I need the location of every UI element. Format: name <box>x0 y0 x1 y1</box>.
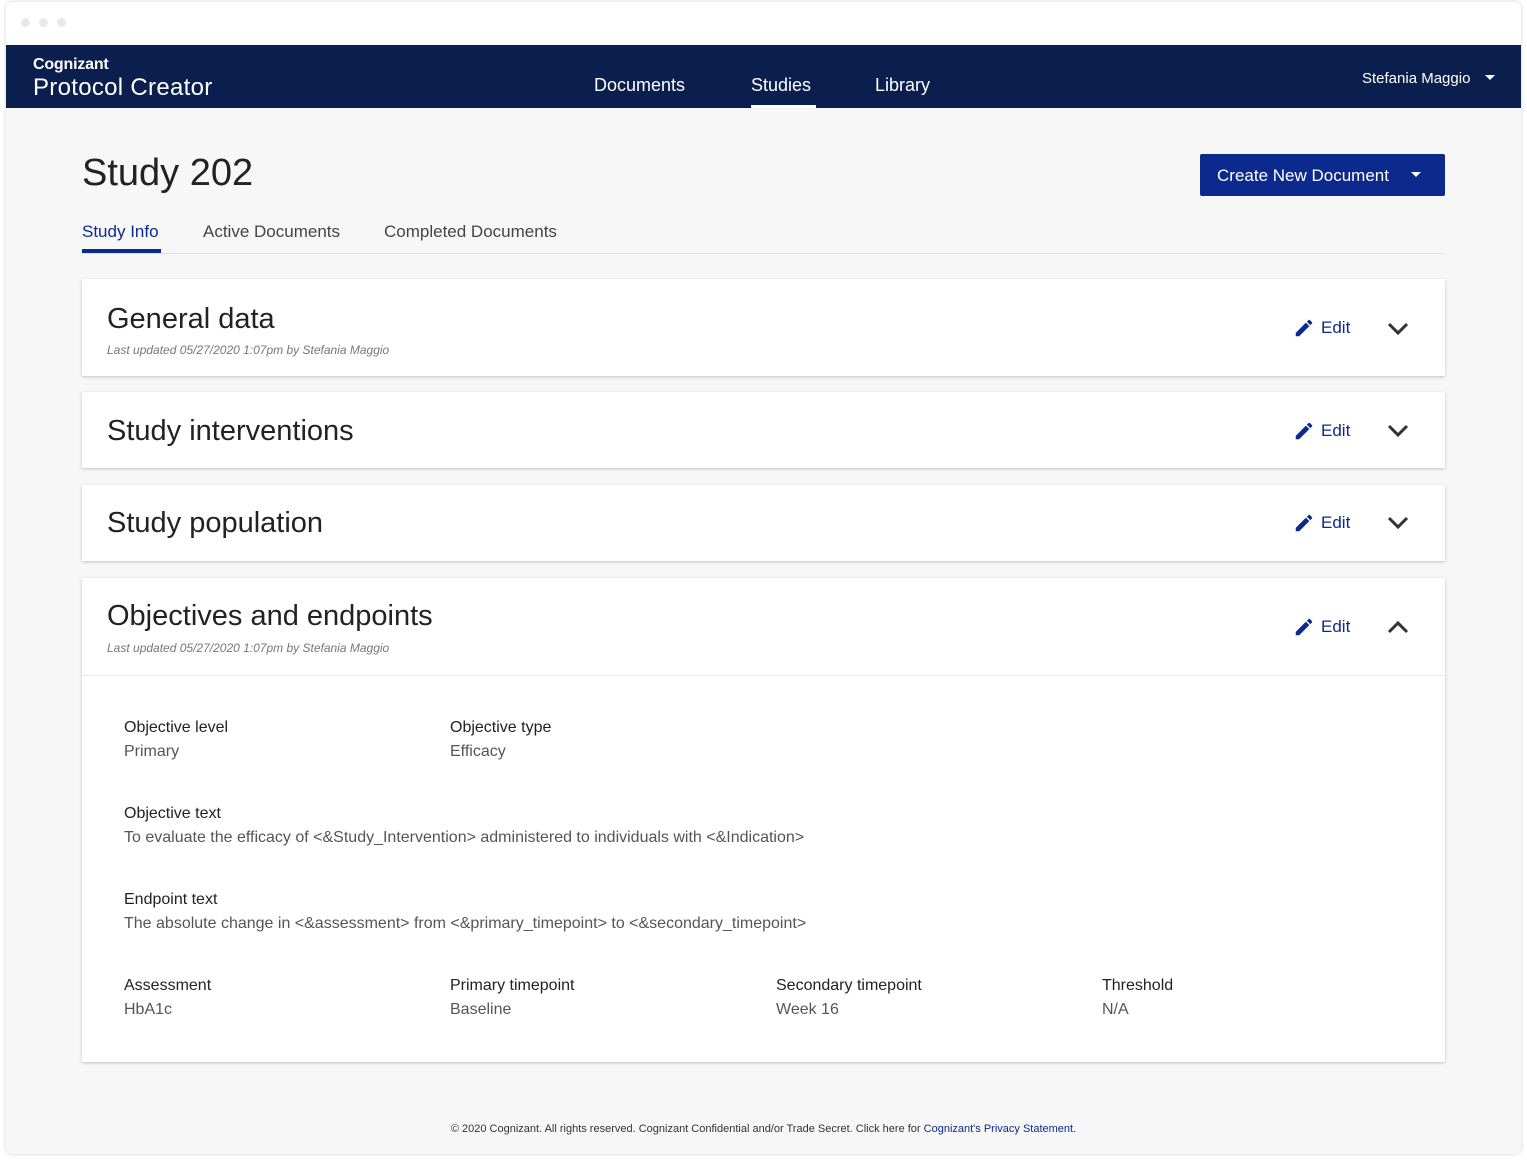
section-title: General data <box>107 303 275 335</box>
section-title: Objectives and endpoints <box>107 600 433 632</box>
nav-documents[interactable]: Documents <box>594 75 685 96</box>
tab-completed-documents[interactable]: Completed Documents <box>384 222 557 242</box>
objective-type-value: Efficacy <box>450 743 506 760</box>
brand-company: Cognizant <box>33 56 109 73</box>
objective-text-label: Objective text <box>124 805 221 822</box>
chevron-down-icon <box>1387 516 1409 530</box>
section-title: Study interventions <box>107 415 354 447</box>
section-objectives-endpoints: Objectives and endpoints Last updated 05… <box>82 578 1445 1062</box>
window-maximize-dot[interactable] <box>57 18 66 27</box>
window-minimize-dot[interactable] <box>39 18 48 27</box>
section-general-data: General data Last updated 05/27/2020 1:0… <box>82 279 1445 376</box>
pencil-icon <box>1295 422 1313 440</box>
endpoint-text-label: Endpoint text <box>124 891 218 908</box>
primary-timepoint-label: Primary timepoint <box>450 977 575 994</box>
threshold-label: Threshold <box>1102 977 1174 994</box>
nav-studies[interactable]: Studies <box>751 75 811 96</box>
threshold-value: N/A <box>1102 1001 1129 1018</box>
create-new-document-button[interactable]: Create New Document <box>1200 154 1445 196</box>
chevron-down-icon <box>1387 424 1409 438</box>
brand-product[interactable]: Protocol Creator <box>33 74 213 102</box>
user-menu[interactable]: Stefania Maggio <box>1362 70 1470 87</box>
assessment-label: Assessment <box>124 977 212 994</box>
chevron-up-icon <box>1387 620 1409 634</box>
tab-active-documents[interactable]: Active Documents <box>203 222 340 242</box>
edit-label: Edit <box>1321 318 1351 337</box>
objective-type-label: Objective type <box>450 719 552 736</box>
secondary-timepoint-label: Secondary timepoint <box>776 977 922 994</box>
window-close-dot[interactable] <box>21 18 30 27</box>
section-title: Study population <box>107 507 324 539</box>
footer-end: . <box>1073 1123 1077 1135</box>
pencil-icon <box>1295 514 1313 532</box>
collapse-objectives-button[interactable] <box>1385 614 1411 640</box>
edit-objectives-button[interactable]: Edit <box>1293 614 1363 640</box>
edit-general-data-button[interactable]: Edit <box>1293 315 1363 341</box>
window-titlebar <box>6 2 1521 45</box>
top-navbar: Cognizant Protocol Creator Documents Stu… <box>6 45 1521 108</box>
chevron-down-icon <box>1387 322 1409 336</box>
edit-label: Edit <box>1321 513 1351 532</box>
tab-active-indicator <box>82 249 161 253</box>
footer-text: © 2020 Cognizant. All rights reserved. C… <box>450 1123 924 1135</box>
edit-label: Edit <box>1321 421 1351 440</box>
objective-text-value: To evaluate the efficacy of <&Study_Inte… <box>124 829 805 846</box>
section-last-updated: Last updated 05/27/2020 1:07pm by Stefan… <box>107 641 390 655</box>
nav-library[interactable]: Library <box>875 75 930 96</box>
expand-study-population-button[interactable] <box>1385 510 1411 536</box>
objective-level-value: Primary <box>124 743 180 760</box>
section-study-population: Study population Edit <box>82 485 1445 561</box>
secondary-timepoint-value: Week 16 <box>776 1001 839 1018</box>
caret-down-icon[interactable] <box>1411 172 1421 177</box>
section-study-interventions: Study interventions Edit <box>82 392 1445 468</box>
page-title: Study 202 <box>82 152 254 194</box>
nav-active-indicator <box>751 105 816 108</box>
section-last-updated: Last updated 05/27/2020 1:07pm by Stefan… <box>107 343 390 357</box>
objective-level-label: Objective level <box>124 719 229 736</box>
section-divider <box>82 675 1445 676</box>
app-window: Cognizant Protocol Creator Documents Stu… <box>6 2 1521 1154</box>
pencil-icon <box>1295 618 1313 636</box>
page-footer: © 2020 Cognizant. All rights reserved. C… <box>6 1123 1521 1135</box>
expand-general-data-button[interactable] <box>1385 316 1411 342</box>
study-tabs: Study Info Active Documents Completed Do… <box>82 220 1445 254</box>
endpoint-text-value: The absolute change in <&assessment> fro… <box>124 915 807 932</box>
edit-label: Edit <box>1321 617 1351 636</box>
create-new-document-label: Create New Document <box>1217 166 1389 185</box>
edit-study-interventions-button[interactable]: Edit <box>1293 418 1363 444</box>
expand-study-interventions-button[interactable] <box>1385 418 1411 444</box>
caret-down-icon[interactable] <box>1485 75 1495 80</box>
primary-timepoint-value: Baseline <box>450 1001 512 1018</box>
assessment-value: HbA1c <box>124 1001 173 1018</box>
privacy-statement-link[interactable]: Cognizant's Privacy Statement <box>924 1123 1073 1135</box>
pencil-icon <box>1295 319 1313 337</box>
tab-study-info[interactable]: Study Info <box>82 222 159 242</box>
edit-study-population-button[interactable]: Edit <box>1293 510 1363 536</box>
